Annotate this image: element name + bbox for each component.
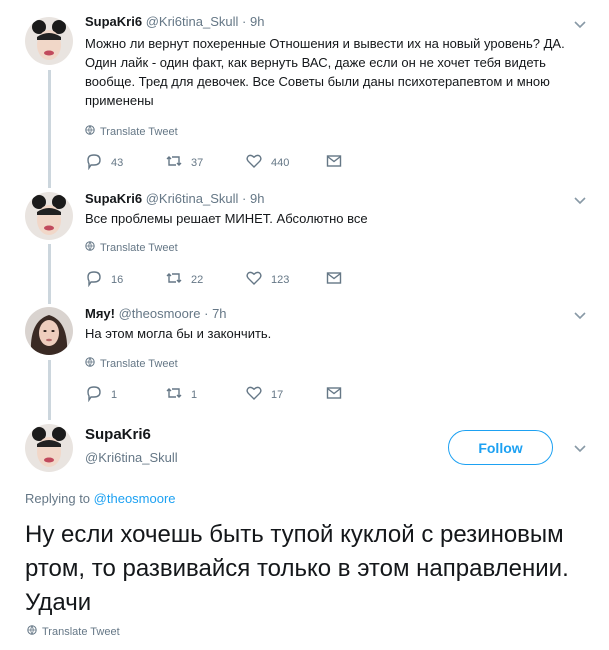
chevron-down-icon[interactable]: [573, 308, 587, 322]
reply-icon: [85, 152, 103, 173]
chevron-down-icon[interactable]: [573, 17, 587, 31]
tweet-text: Ну если хочешь быть тупой куклой с резин…: [25, 521, 569, 616]
reply-button[interactable]: 1: [85, 384, 165, 405]
dm-icon: [325, 269, 343, 290]
tweet: Мяу! @theosmoore · 7h На этом могла бы и…: [0, 300, 609, 415]
reply-button[interactable]: 43: [85, 152, 165, 173]
dm-icon: [325, 152, 343, 173]
like-count: 123: [271, 273, 290, 286]
author-handle[interactable]: @Kri6tina_Skull: [85, 450, 178, 465]
reply-icon: [85, 269, 103, 290]
translate-tweet-link[interactable]: Translate Tweet: [27, 625, 120, 638]
translate-tweet-link[interactable]: Translate Tweet: [85, 357, 178, 370]
author-name[interactable]: SupaKri6: [85, 14, 142, 29]
retweet-count: 1: [191, 388, 198, 401]
author-name[interactable]: SupaKri6: [85, 426, 151, 443]
reply-count: 43: [111, 156, 124, 169]
translate-label: Translate Tweet: [100, 357, 178, 370]
tweet-text: На этом могла бы и закончить.: [85, 326, 272, 341]
tweet-text: Все проблемы решает МИНЕТ. Абсолютно все: [85, 211, 368, 226]
separator: ·: [242, 191, 247, 206]
globe-icon: [85, 125, 95, 138]
globe-icon: [27, 625, 37, 638]
retweet-count: 22: [191, 273, 204, 286]
chevron-down-icon[interactable]: [573, 193, 587, 207]
like-count: 440: [271, 156, 290, 169]
author-handle[interactable]: @Kri6tina_Skull: [146, 191, 239, 206]
author-name[interactable]: SupaKri6: [85, 191, 142, 206]
replying-to: Replying to @theosmoore: [25, 491, 176, 506]
reply-count: 16: [111, 273, 124, 286]
like-button[interactable]: 17: [245, 384, 325, 405]
timestamp[interactable]: 7h: [212, 306, 226, 321]
tweet: SupaKri6 @Kri6tina_Skull · 9h Можно ли в…: [0, 0, 609, 185]
like-count: 17: [271, 388, 284, 401]
avatar[interactable]: [25, 192, 73, 240]
avatar[interactable]: [25, 307, 73, 355]
replying-prefix: Replying to: [25, 491, 91, 506]
replying-to-link[interactable]: @theosmoore: [94, 491, 176, 506]
dm-button[interactable]: [325, 269, 405, 290]
retweet-icon: [165, 152, 183, 173]
tweet: SupaKri6 @Kri6tina_Skull · 9h Все пробле…: [0, 185, 609, 300]
dm-icon: [325, 384, 343, 405]
retweet-icon: [165, 269, 183, 290]
translate-tweet-link[interactable]: Translate Tweet: [85, 125, 178, 138]
dm-button[interactable]: [325, 384, 405, 405]
tweet-text: Можно ли вернут похеренные Отношения и в…: [85, 36, 565, 108]
retweet-button[interactable]: 1: [165, 384, 245, 405]
reply-icon: [85, 384, 103, 405]
globe-icon: [85, 357, 95, 370]
avatar[interactable]: [25, 17, 73, 65]
separator: ·: [204, 306, 209, 321]
author-handle[interactable]: @theosmoore: [119, 306, 201, 321]
translate-label: Translate Tweet: [42, 625, 120, 638]
translate-label: Translate Tweet: [100, 241, 178, 254]
retweet-button[interactable]: 37: [165, 152, 245, 173]
retweet-count: 37: [191, 156, 204, 169]
reply-button[interactable]: 16: [85, 269, 165, 290]
reply-count: 1: [111, 388, 118, 401]
timestamp[interactable]: 9h: [250, 14, 264, 29]
retweet-icon: [165, 384, 183, 405]
like-icon: [245, 152, 263, 173]
translate-tweet-link[interactable]: Translate Tweet: [85, 241, 178, 254]
follow-button[interactable]: Follow: [448, 430, 553, 465]
separator: ·: [242, 14, 247, 29]
retweet-button[interactable]: 22: [165, 269, 245, 290]
like-button[interactable]: 123: [245, 269, 325, 290]
timestamp[interactable]: 9h: [250, 191, 264, 206]
chevron-down-icon[interactable]: [573, 441, 587, 455]
globe-icon: [85, 241, 95, 254]
author-handle[interactable]: @Kri6tina_Skull: [146, 14, 239, 29]
dm-button[interactable]: [325, 152, 405, 173]
like-button[interactable]: 440: [245, 152, 325, 173]
author-name[interactable]: Мяу!: [85, 306, 115, 321]
translate-label: Translate Tweet: [100, 125, 178, 138]
avatar[interactable]: [25, 424, 73, 472]
like-icon: [245, 384, 263, 405]
like-icon: [245, 269, 263, 290]
